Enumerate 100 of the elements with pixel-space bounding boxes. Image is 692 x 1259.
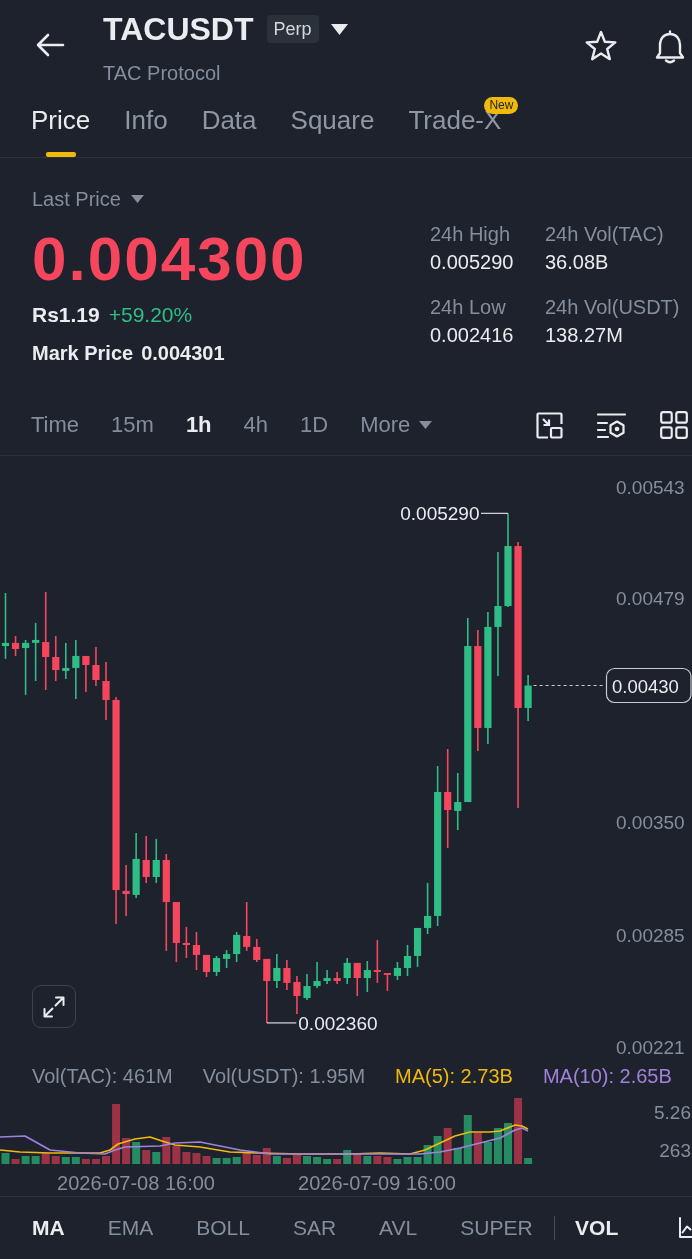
interval-tab[interactable]: Time [31,412,80,438]
candle [303,973,311,1001]
line-chart-icon[interactable] [678,1217,692,1239]
volume-legend-text: MA(5): 2.73B [395,1063,513,1088]
current-price-tag: 0.00430 [605,667,692,704]
candle [313,961,321,989]
pair-name: TAC Protocol [103,61,222,85]
candle [333,971,341,985]
contract-type-tag: Perp [266,15,319,43]
indicator-tab[interactable]: SAR [292,1215,337,1241]
date-label: 2026-07-09 16:00 [298,1172,456,1194]
candle [413,927,422,968]
indicator-tab[interactable]: VOL [575,1215,619,1241]
volume-legend-text: MA(10): 2.65B [542,1063,672,1088]
stat-value: 0.005290 [430,250,515,274]
volume-axis-label: 263 [659,1139,691,1161]
volume-legend-text: Vol(USDT): 1.95M [202,1063,366,1088]
candle [383,972,391,992]
candle [373,939,381,984]
tab[interactable]: Data [201,95,257,157]
price-axis-label: 0.00221 [616,1036,685,1058]
volume-bar [102,1156,110,1164]
interval-tab[interactable]: 1h [185,412,212,438]
candle [353,962,361,997]
volume-bar [303,1156,311,1164]
caret-down-icon [130,195,144,203]
candle [132,832,140,899]
low-price-label: 0.002360 [298,1013,378,1035]
settings-icon[interactable] [596,411,627,439]
bell-icon[interactable] [653,30,687,64]
tab[interactable]: Price [31,95,91,157]
candle [82,655,90,693]
fullscreen-button[interactable] [32,985,76,1028]
leader-line [266,1022,297,1024]
stat-label: 24h High [430,222,512,246]
high-price-label: 0.005290 [400,503,480,525]
pair-symbol: TACUSDT [103,11,254,47]
indicator-tab[interactable]: SUPER [460,1215,533,1241]
volume-bar [353,1153,362,1164]
candle [223,949,231,969]
indicator-tab[interactable]: EMA [107,1215,154,1241]
tab[interactable]: Info [124,95,168,157]
interval-tab[interactable]: 4h [243,412,269,438]
tab[interactable]: Square [290,95,375,157]
price-type-dropdown[interactable]: Last Price [32,187,144,211]
candle [52,635,60,682]
candle [263,958,271,1024]
stat-label: 24h Vol(TAC) [545,222,665,246]
price-change: +59.20% [108,302,193,328]
volume-bar [192,1153,201,1164]
volume-bar [504,1123,512,1164]
candle [212,955,221,977]
caret-down-icon[interactable] [330,23,348,35]
interval-tab[interactable]: 15m [111,412,154,438]
date-label: 2026-07-08 16:00 [57,1172,215,1194]
stat-label: 24h Vol(USDT) [545,295,680,319]
stat-value: 0.002416 [430,323,515,347]
grid-icon[interactable] [660,411,688,439]
candle [283,959,291,991]
stat-value: 36.08B [545,250,610,274]
candle [152,838,160,884]
back-arrow-icon[interactable] [35,33,65,57]
candle [343,957,351,985]
candle [233,931,241,963]
stat-label: 24h Low [430,295,507,319]
interval-tab[interactable]: 1D [300,412,329,438]
stat-value: 138.27M [545,323,624,347]
candle [172,901,180,963]
candle [92,646,100,687]
candle [243,901,251,952]
volume-bar [41,1153,50,1164]
price-axis-label: 0.00479 [616,587,685,609]
star-icon[interactable] [585,30,617,61]
candle [253,938,261,963]
mark-price-label: Mark Price [32,341,134,365]
window-arrow-icon[interactable] [536,411,563,439]
volume-axis-label: 5.26 [654,1101,691,1123]
diagonal-arrows-icon [43,995,65,1018]
candle [142,835,150,884]
price-axis-label: 0.00285 [616,925,685,947]
candle [363,960,371,993]
candle [122,864,130,917]
indicator-tab[interactable]: AVL [379,1215,418,1241]
candle [72,639,80,700]
price-axis-label: 0.00350 [616,812,685,834]
last-price: 0.004300 [32,226,308,292]
fiat-price: Rs1.19 [32,302,100,328]
leader-line [480,512,509,514]
candle [182,926,190,959]
candle [22,639,30,696]
candle [424,882,432,935]
more-dropdown[interactable]: More [360,412,433,438]
indicator-tab[interactable]: BOLL [196,1215,250,1241]
candle [62,642,70,680]
candle [454,772,462,831]
indicator-tab[interactable]: MA [32,1215,65,1241]
mark-price-value: 0.004301 [141,341,225,365]
tab[interactable]: Trade-XNew [408,95,524,157]
volume-legend-text: Vol(TAC): 461M [32,1063,173,1088]
tab-underline [45,152,76,157]
